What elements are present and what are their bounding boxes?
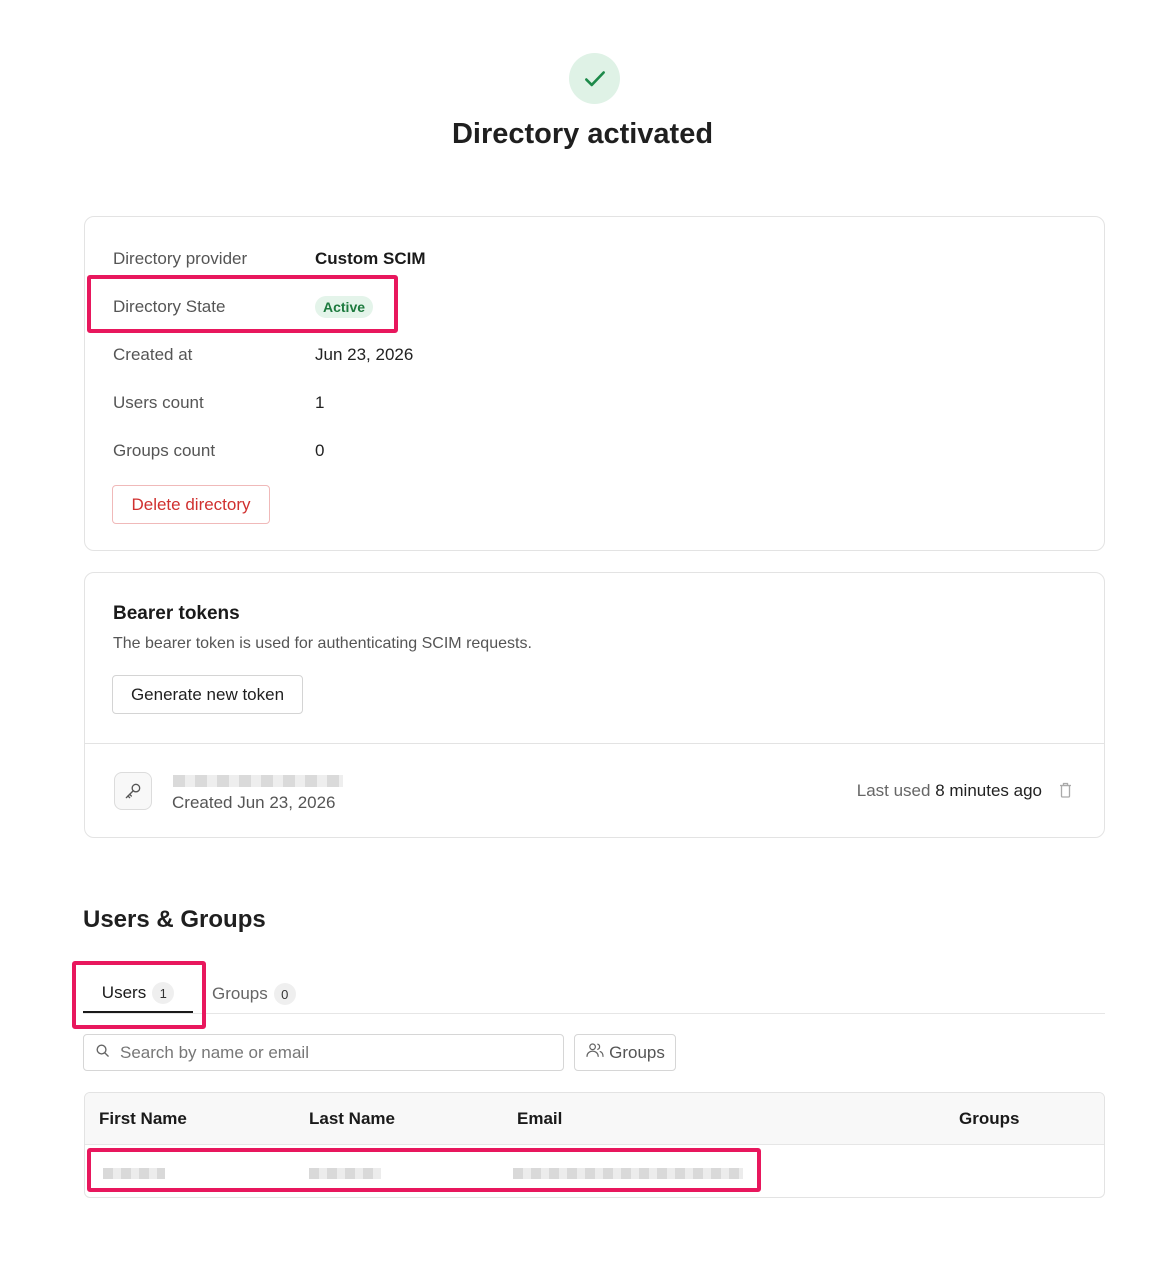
users-groups-title: Users & Groups (83, 906, 266, 933)
bearer-tokens-card: Bearer tokens The bearer token is used f… (84, 572, 1105, 838)
column-email: Email (517, 1109, 563, 1128)
token-created-date: Created Jun 23, 2026 (172, 793, 336, 812)
search-box[interactable] (83, 1034, 564, 1071)
tab-users-label: Users (101, 983, 147, 1002)
row-users-count: Users count 1 (113, 389, 324, 417)
users-table: First Name Last Name Email Groups (84, 1092, 1105, 1198)
search-icon (95, 1043, 110, 1063)
row-directory-provider: Directory provider Custom SCIM (113, 245, 426, 273)
bearer-tokens-description: The bearer token is used for authenticat… (113, 635, 532, 652)
row-created-at: Created at Jun 23, 2026 (113, 341, 413, 369)
success-check-icon (569, 53, 620, 104)
users-count-value: 1 (315, 393, 325, 412)
delete-token-trash-icon[interactable] (1057, 781, 1073, 799)
generate-token-button[interactable]: Generate new token (112, 675, 303, 714)
column-groups: Groups (959, 1109, 1020, 1128)
token-value-redacted (173, 775, 343, 787)
groups-count-label: Groups count (113, 441, 216, 460)
email-redacted (513, 1168, 743, 1179)
page-title: Directory activated (451, 118, 714, 150)
column-last-name: Last Name (309, 1109, 395, 1128)
groups-count-value: 0 (315, 441, 325, 460)
directory-provider-label: Directory provider (113, 249, 248, 268)
table-row[interactable] (85, 1145, 1104, 1197)
divider (85, 743, 1104, 744)
tab-groups-count: 0 (273, 983, 296, 1005)
users-count-label: Users count (113, 393, 204, 412)
tabs-divider (83, 1013, 1105, 1014)
tab-groups[interactable]: Groups 0 (212, 975, 296, 1013)
status-badge: Active (315, 296, 374, 318)
token-last-used: Last used 8 minutes ago (857, 781, 1042, 801)
created-at-label: Created at (113, 345, 193, 364)
bearer-tokens-title: Bearer tokens (113, 603, 240, 624)
created-at-value: Jun 23, 2026 (315, 345, 414, 364)
delete-directory-button[interactable]: Delete directory (112, 485, 270, 524)
column-first-name: First Name (99, 1109, 187, 1128)
first-name-redacted (103, 1168, 165, 1179)
key-icon (114, 772, 152, 810)
directory-provider-value: Custom SCIM (315, 249, 426, 268)
row-directory-state: Directory State Active (113, 293, 374, 321)
directory-info-card: Directory provider Custom SCIM Directory… (84, 216, 1105, 551)
search-input[interactable] (120, 1042, 540, 1063)
groups-filter-label: Groups (609, 1042, 665, 1062)
users-group-icon (585, 1042, 605, 1063)
last-name-redacted (309, 1168, 381, 1179)
last-used-value: 8 minutes ago (935, 781, 1042, 800)
groups-filter-button[interactable]: Groups (574, 1034, 676, 1071)
tab-users-count: 1 (152, 982, 175, 1004)
last-used-label: Last used (856, 781, 931, 800)
table-header: First Name Last Name Email Groups (85, 1093, 1104, 1145)
tab-users[interactable]: Users 1 (83, 975, 193, 1013)
tab-groups-label: Groups (212, 984, 268, 1003)
row-groups-count: Groups count 0 (113, 437, 324, 465)
directory-state-label: Directory State (113, 297, 226, 316)
